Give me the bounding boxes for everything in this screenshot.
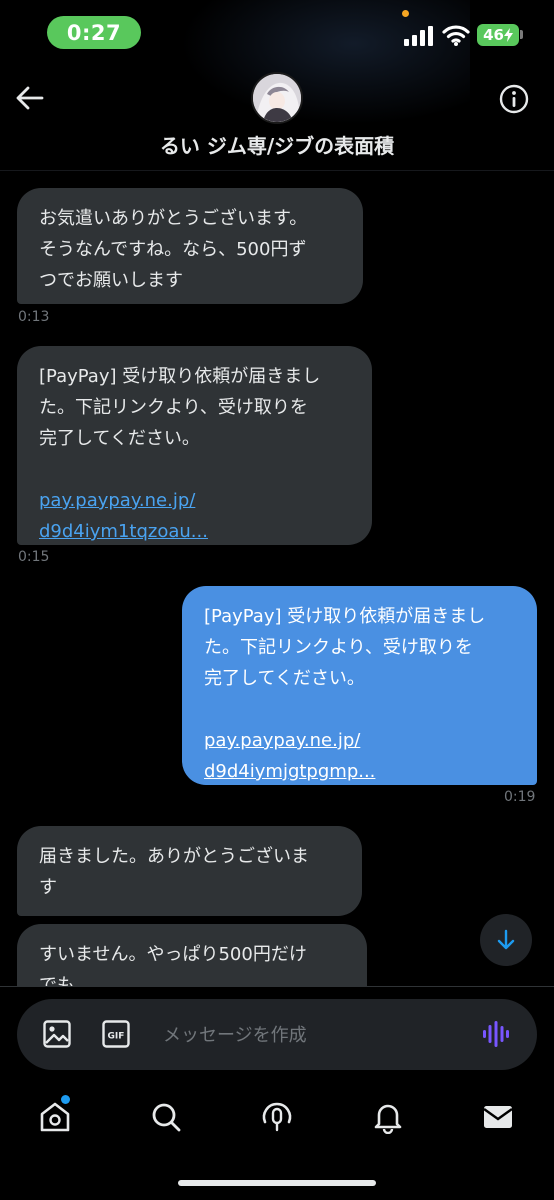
message-timestamp: 0:15 (18, 549, 50, 565)
paypay-link[interactable]: d9d4iym1tqzoau... (39, 516, 350, 547)
mail-icon[interactable] (481, 1100, 515, 1134)
scroll-to-bottom-button[interactable] (480, 914, 532, 966)
arrow-left-icon (16, 86, 44, 110)
message-bubble[interactable]: 届きました。ありがとうございま す (17, 826, 362, 916)
gif-label: GIF (108, 1032, 125, 1042)
message-line: た。下記リンクより、受け取りを (204, 637, 473, 658)
paypay-link[interactable]: d9d4iymjgtpgmp... (204, 756, 515, 787)
battery-nub (520, 30, 523, 39)
message-line: すいません。やっぱり500円だけ (39, 944, 307, 965)
battery-level: 46 (483, 26, 504, 44)
charging-bolt-icon (503, 28, 513, 42)
info-button[interactable] (498, 83, 530, 115)
search-icon[interactable] (149, 1100, 183, 1134)
notification-dot (61, 1095, 70, 1104)
privacy-indicator-dot (402, 10, 409, 17)
status-time: 0:27 (47, 16, 141, 49)
conversation-title[interactable]: るい ジム専/ジブの表面積 (0, 130, 554, 159)
arrow-down-icon (497, 929, 515, 950)
message-line: 完了してください。 (204, 668, 365, 689)
message-bubble[interactable]: お気遣いありがとうございます。 そうなんですね。なら、500円ず つでお願いしま… (17, 188, 363, 304)
status-bar: 0:27 46 (0, 0, 554, 125)
message-timestamp: 0:13 (18, 309, 50, 325)
bell-icon[interactable] (371, 1100, 405, 1134)
home-indicator (178, 1180, 376, 1186)
message-bubble[interactable]: [PayPay] 受け取り依頼が届きまし た。下記リンクより、受け取りを 完了し… (17, 346, 372, 545)
info-icon (499, 84, 529, 114)
message-timestamp: 0:19 (504, 789, 536, 805)
header-divider (0, 170, 554, 171)
message-input[interactable] (163, 1020, 453, 1050)
message-line: す (39, 877, 57, 898)
home-icon[interactable] (38, 1100, 72, 1134)
message-line: 完了してください。 (39, 428, 200, 449)
paypay-link[interactable]: pay.paypay.ne.jp/ (39, 485, 350, 516)
image-icon[interactable] (42, 1019, 72, 1049)
avatar-image (253, 74, 301, 122)
gif-icon[interactable]: GIF (101, 1019, 131, 1049)
message-line: た。下記リンクより、受け取りを (39, 397, 308, 418)
wifi-icon (442, 25, 470, 46)
message-line: [PayPay] 受け取り依頼が届きまし (39, 366, 321, 387)
paypay-link[interactable]: pay.paypay.ne.jp/ (204, 725, 515, 756)
message-line: つでお願いします (39, 270, 183, 291)
header-background (180, 0, 470, 125)
message-line: [PayPay] 受け取り依頼が届きまし (204, 606, 486, 627)
battery-indicator: 46 (477, 24, 519, 46)
spaces-icon[interactable] (260, 1100, 294, 1134)
message-line: お気遣いありがとうございます。 (39, 208, 308, 229)
cellular-signal-icon (404, 26, 433, 46)
message-line: そうなんですね。なら、500円ず (39, 239, 307, 260)
back-button[interactable] (14, 82, 46, 114)
message-bubble[interactable]: [PayPay] 受け取り依頼が届きまし た。下記リンクより、受け取りを 完了し… (182, 586, 537, 785)
message-line: 届きました。ありがとうございま (39, 846, 309, 867)
avatar[interactable] (251, 72, 303, 124)
voice-wave-icon[interactable] (481, 1019, 511, 1049)
